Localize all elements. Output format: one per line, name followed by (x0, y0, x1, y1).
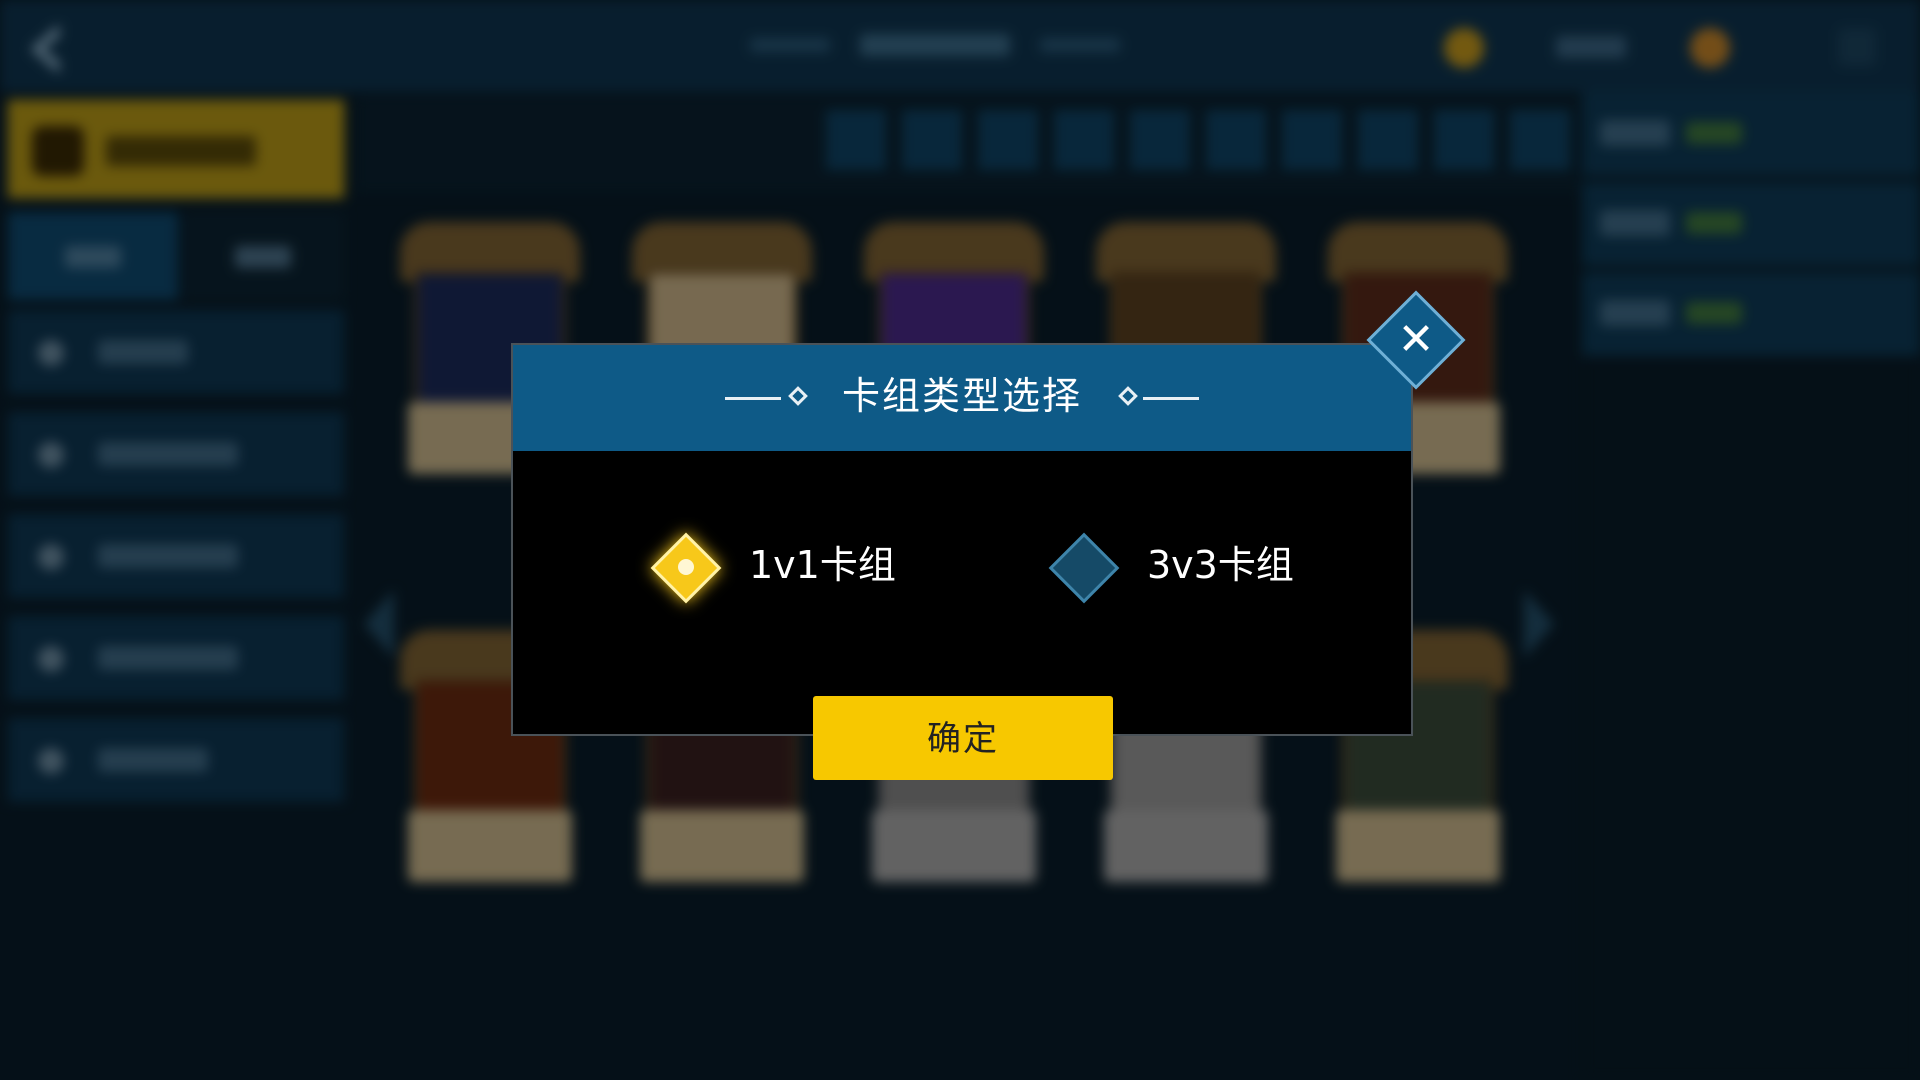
option-1v1-label: 1v1卡组 (749, 543, 896, 587)
dialog-title: 卡组类型选择 (841, 374, 1082, 418)
title-decoration-right (1143, 397, 1199, 400)
radio-selected-dot (678, 559, 694, 575)
deck-type-dialog: 卡组类型选择 1v1卡组 3v3卡组 (511, 343, 1413, 736)
confirm-button[interactable]: 确定 (813, 696, 1113, 780)
option-1v1-deck[interactable]: 1v1卡组 (650, 531, 921, 611)
option-3v3-label: 3v3卡组 (1147, 543, 1294, 587)
option-3v3-deck[interactable]: 3v3卡组 (1048, 531, 1319, 611)
unselected-diamond-radio-icon[interactable] (1048, 532, 1120, 604)
dialog-header: 卡组类型选择 (513, 345, 1411, 451)
